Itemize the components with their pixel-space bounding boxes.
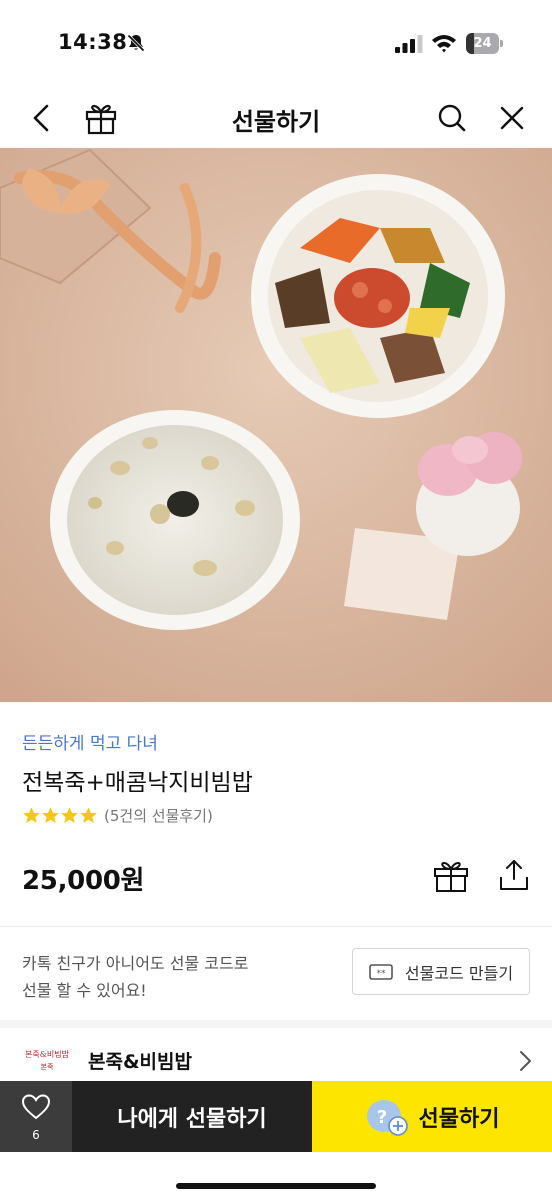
home-indicator-area xyxy=(0,1152,552,1200)
battery-level-text: 24 xyxy=(473,36,492,51)
close-icon xyxy=(500,106,524,130)
back-chevron-icon xyxy=(33,104,49,132)
bell-slash-icon xyxy=(126,33,146,53)
flower-vase-decoration xyxy=(416,432,522,556)
back-button[interactable] xyxy=(22,98,62,138)
svg-text:**: ** xyxy=(376,969,386,979)
gift-code-description-line1: 카톡 친구가 아니어도 선물 코드로 xyxy=(22,954,249,973)
like-count: 6 xyxy=(32,1128,40,1142)
rating-row[interactable]: (5건의 선물후기) xyxy=(22,805,213,825)
share-icon xyxy=(500,860,528,890)
section-divider xyxy=(0,926,552,927)
star-icon xyxy=(80,806,97,823)
battery-icon: 24 xyxy=(466,33,503,54)
create-gift-code-button[interactable]: ** 선물코드 만들기 xyxy=(352,948,530,995)
gift-code-description: 카톡 친구가 아니어도 선물 코드로 선물 할 수 있어요! xyxy=(22,950,322,1004)
heart-icon xyxy=(22,1094,50,1120)
wifi-icon xyxy=(431,33,457,53)
code-ticket-icon: ** xyxy=(369,963,393,980)
gift-code-description-line2: 선물 할 수 있어요! xyxy=(22,981,147,1000)
close-button[interactable] xyxy=(492,98,532,138)
product-tagline: 든든하게 먹고 다녀 xyxy=(22,734,158,754)
gift-to-me-button[interactable]: 나에게 선물하기 xyxy=(72,1081,312,1152)
bottom-action-bar: 6 나에게 선물하기 ? 선물하기 xyxy=(0,1081,552,1152)
search-icon xyxy=(438,104,466,132)
nav-bar: 선물하기 xyxy=(0,88,552,148)
porridge-bowl xyxy=(50,410,300,630)
brand-row[interactable]: 본죽&비빔밥 본죽 본죽&비빔밥 xyxy=(0,1030,552,1086)
gift-button-label: 선물하기 xyxy=(418,1106,500,1132)
gift-to-me-label: 나에게 선물하기 xyxy=(117,1106,267,1132)
cellular-signal-icon xyxy=(395,35,423,53)
gift-friend-icon: ? xyxy=(366,1099,408,1136)
rating-stars xyxy=(22,806,98,825)
product-price: 25,000원 xyxy=(22,866,145,896)
search-button[interactable] xyxy=(432,98,472,138)
gift-button[interactable]: ? 선물하기 xyxy=(312,1081,552,1152)
star-icon xyxy=(42,806,59,823)
create-gift-code-label: 선물코드 만들기 xyxy=(404,963,514,983)
status-bar: 14:38 24 xyxy=(0,0,552,88)
brand-name: 본죽&비빔밥 xyxy=(88,1051,192,1073)
brand-logo-line1: 본죽&비빔밥 xyxy=(25,1049,70,1059)
star-icon xyxy=(23,806,40,823)
bibimbap-bowl xyxy=(251,174,505,418)
svg-text:?: ? xyxy=(376,1107,386,1128)
gift-icon xyxy=(434,862,468,892)
gift-home-button[interactable] xyxy=(80,98,122,138)
product-name: 전복죽+매콤낙지비빔밥 xyxy=(22,770,253,796)
brand-logo-line2: 본죽 xyxy=(41,1063,54,1071)
section-divider xyxy=(0,1020,552,1028)
like-button[interactable]: 6 xyxy=(0,1081,72,1152)
gift-box-button[interactable] xyxy=(432,858,470,894)
share-button[interactable] xyxy=(496,857,532,893)
product-image[interactable] xyxy=(0,148,552,702)
gift-icon xyxy=(85,104,117,135)
chevron-right-icon xyxy=(520,1051,531,1071)
brand-logo: 본죽&비빔밥 본죽 xyxy=(25,1049,70,1071)
status-time: 14:38 xyxy=(58,30,128,54)
home-indicator[interactable] xyxy=(176,1183,376,1189)
review-count: (5건의 선물후기) xyxy=(104,806,213,825)
star-icon xyxy=(61,806,78,823)
